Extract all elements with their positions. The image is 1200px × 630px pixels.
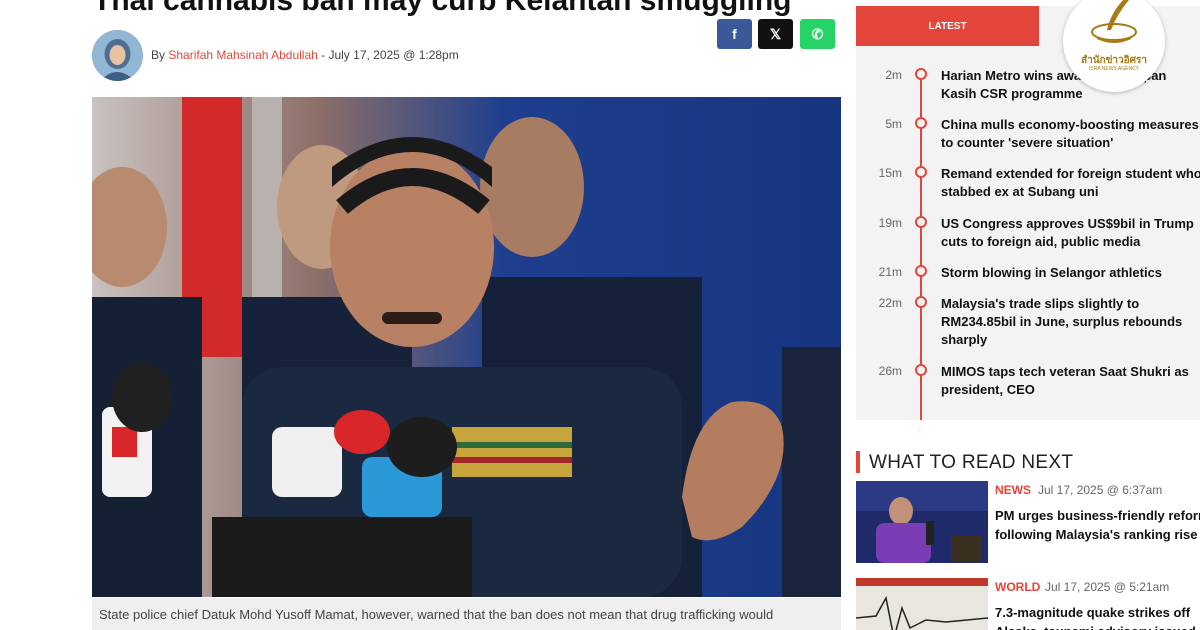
read-next-heading: WHAT TO READ NEXT xyxy=(869,452,1074,473)
share-facebook-button[interactable]: f xyxy=(717,19,752,49)
timeline-dot xyxy=(915,216,927,228)
timeline-dot xyxy=(915,117,927,129)
timeline-dot xyxy=(915,296,927,308)
quill-icon xyxy=(1091,0,1137,43)
article-headline: Thai cannabis ban may curb Kelantan smug… xyxy=(93,0,792,17)
read-next-title[interactable]: 7.3-magnitude quake strikes off Alaska, … xyxy=(995,603,1200,630)
latest-item-title[interactable]: China mulls economy-boosting measures to… xyxy=(941,116,1200,152)
latest-item-title[interactable]: Remand extended for foreign student who … xyxy=(941,165,1200,201)
article-photo[interactable] xyxy=(92,97,841,597)
timeline-dot xyxy=(915,364,927,376)
read-next-title[interactable]: PM urges business-friendly reforms follo… xyxy=(995,506,1200,544)
read-next-date: Jul 17, 2025 @ 6:37am xyxy=(1038,483,1163,497)
timeline-dot xyxy=(915,68,927,80)
share-whatsapp-button[interactable]: ✆ xyxy=(800,19,835,49)
read-next-title-line: Alaska, tsunami advisory issued xyxy=(995,622,1200,630)
latest-item-title[interactable]: Harian Metro wins award for Dulipan Kasi… xyxy=(941,67,1200,103)
read-next-title-line: 7.3-magnitude quake strikes off xyxy=(995,605,1191,620)
author-link[interactable]: Sharifah Mahsinah Abdullah xyxy=(168,48,317,62)
section-accent-bar xyxy=(856,451,860,473)
latest-item-time: 15m xyxy=(878,166,902,180)
latest-item-title[interactable]: US Congress approves US$9bil in Trump cu… xyxy=(941,215,1200,251)
tab-latest[interactable]: LATEST xyxy=(856,6,1039,46)
latest-item-title[interactable]: Storm blowing in Selangor athletics xyxy=(941,264,1200,282)
read-next-title-line: PM urges business-friendly reforms xyxy=(995,508,1200,523)
publish-date: - July 17, 2025 @ 1:28pm xyxy=(321,48,459,62)
facebook-icon: f xyxy=(732,26,737,42)
latest-item-time: 21m xyxy=(878,265,902,279)
latest-item-title[interactable]: MIMOS taps tech veteran Saat Shukri as p… xyxy=(941,363,1200,399)
read-next-category[interactable]: NEWS xyxy=(995,483,1031,497)
x-icon: 𝕏 xyxy=(769,25,782,42)
photo-caption: State police chief Datuk Mohd Yusoff Mam… xyxy=(92,598,841,630)
logo-english-text: ISRA NEWS AGENCY xyxy=(1088,66,1139,72)
read-next-thumbnail[interactable] xyxy=(856,481,988,563)
share-x-button[interactable]: 𝕏 xyxy=(758,19,793,49)
latest-item-time: 2m xyxy=(885,68,902,82)
read-next-thumbnail[interactable] xyxy=(856,578,988,630)
whatsapp-icon: ✆ xyxy=(811,25,824,42)
byline-text: By Sharifah Mahsinah Abdullah - July 17,… xyxy=(151,48,459,62)
timeline-dot xyxy=(915,265,927,277)
latest-item-time: 19m xyxy=(878,216,902,230)
read-next-date: Jul 17, 2025 @ 5:21am xyxy=(1045,580,1170,594)
read-next-title-line: following Malaysia's ranking rise xyxy=(995,527,1198,542)
byline-prefix: By xyxy=(151,48,166,62)
latest-item-time: 5m xyxy=(885,117,902,131)
latest-item-title[interactable]: Malaysia's trade slips slightly to RM234… xyxy=(941,295,1200,349)
latest-item-time: 26m xyxy=(878,364,902,378)
read-next-category[interactable]: WORLD xyxy=(995,580,1040,594)
timeline-dot xyxy=(915,166,927,178)
byline: By Sharifah Mahsinah Abdullah - July 17,… xyxy=(92,29,459,81)
author-avatar[interactable] xyxy=(92,29,143,81)
latest-item-time: 22m xyxy=(878,296,902,310)
